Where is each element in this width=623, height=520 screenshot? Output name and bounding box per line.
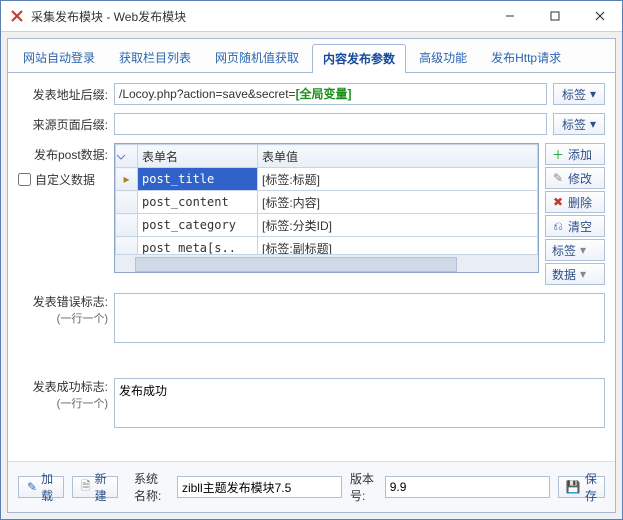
tab-body: 发表地址后缀: /Locoy.php?action=save&secret=[全… <box>8 73 615 461</box>
minimize-button[interactable] <box>487 1 532 31</box>
app-icon <box>9 8 25 24</box>
row-publish-url: 发表地址后缀: /Locoy.php?action=save&secret=[全… <box>18 83 605 105</box>
new-button[interactable]: 🗎新建 <box>72 476 118 498</box>
chevron-down-icon: ▾ <box>580 267 586 281</box>
row-indicator-icon: ▸ <box>116 168 138 191</box>
post-left-column: 发布post数据: 自定义数据 <box>18 143 108 285</box>
scroll-thumb[interactable] <box>135 257 457 272</box>
footer: ✎加载 🗎新建 系统名称: 版本号: 💾保存 <box>8 461 615 512</box>
grid-hscrollbar[interactable] <box>115 254 538 272</box>
error-flags-input[interactable] <box>114 293 605 343</box>
custom-data-checkbox[interactable]: 自定义数据 <box>18 169 108 188</box>
grid-col-name[interactable]: 表单名 <box>138 145 258 168</box>
success-flags-input[interactable] <box>114 378 605 428</box>
row-success-flags: 发表成功标志: (一行一个) <box>18 378 605 455</box>
chevron-down-icon: ▾ <box>580 243 586 257</box>
x-icon: ✖ <box>552 195 564 209</box>
version-label: 版本号: <box>350 470 377 504</box>
tab-category-list[interactable]: 获取栏目列表 <box>108 43 202 72</box>
sysname-input[interactable] <box>177 476 342 498</box>
post-grid-body[interactable]: 表单名 表单值 ▸ post_title [标签:标题] <box>115 144 538 254</box>
grid-side-buttons: ＋添加 ✎修改 ✖删除 ⎌清空 标签▾ 数据▾ <box>545 143 605 285</box>
chevron-down-icon: ▾ <box>590 87 596 101</box>
publish-url-tag-button[interactable]: 标签▾ <box>553 83 605 105</box>
client-area: 网站自动登录 获取栏目列表 网页随机值获取 内容发布参数 高级功能 发布Http… <box>1 32 622 519</box>
close-button[interactable] <box>577 1 622 31</box>
grid-col-value[interactable]: 表单值 <box>258 145 538 168</box>
publish-url-input[interactable]: /Locoy.php?action=save&secret=[全局变量] <box>114 83 547 105</box>
maximize-button[interactable] <box>532 1 577 31</box>
delete-button[interactable]: ✖删除 <box>545 191 605 213</box>
success-label: 发表成功标志: <box>18 378 108 395</box>
row-error-flags: 发表错误标志: (一行一个) <box>18 293 605 370</box>
tab-advanced[interactable]: 高级功能 <box>408 43 478 72</box>
referer-tag-button[interactable]: 标签▾ <box>553 113 605 135</box>
chevron-down-icon: ▾ <box>590 117 596 131</box>
broom-icon: ⎌ <box>552 219 564 234</box>
save-button[interactable]: 💾保存 <box>558 476 605 498</box>
error-label: 发表错误标志: <box>18 293 108 310</box>
referer-input[interactable] <box>114 113 547 135</box>
side-tag-button[interactable]: 标签▾ <box>545 239 605 261</box>
edit-icon: ✎ <box>27 480 37 494</box>
clear-button[interactable]: ⎌清空 <box>545 215 605 237</box>
edit-button[interactable]: ✎修改 <box>545 167 605 189</box>
version-input[interactable] <box>385 476 550 498</box>
app-window: 采集发布模块 - Web发布模块 网站自动登录 获取栏目列表 网页随机值获取 内… <box>0 0 623 520</box>
window-title: 采集发布模块 - Web发布模块 <box>31 8 487 25</box>
success-hint: (一行一个) <box>18 395 108 411</box>
post-data-area: 发布post数据: 自定义数据 <box>18 143 605 285</box>
row-referer: 来源页面后缀: 标签▾ <box>18 113 605 135</box>
post-label: 发布post数据: <box>18 143 108 163</box>
file-icon: 🗎 <box>81 477 91 498</box>
plus-icon: ＋ <box>552 146 564 163</box>
publish-url-text: /Locoy.php?action=save&secret= <box>119 87 296 101</box>
save-icon: 💾 <box>566 480 581 494</box>
load-button[interactable]: ✎加载 <box>18 476 64 498</box>
pencil-icon: ✎ <box>552 171 564 185</box>
error-hint: (一行一个) <box>18 310 108 326</box>
main-panel: 网站自动登录 获取栏目列表 网页随机值获取 内容发布参数 高级功能 发布Http… <box>7 38 616 513</box>
titlebar: 采集发布模块 - Web发布模块 <box>1 1 622 32</box>
table-row[interactable]: ▸ post_title [标签:标题] <box>116 168 538 191</box>
publish-url-label: 发表地址后缀: <box>18 83 108 103</box>
sysname-label: 系统名称: <box>134 470 169 504</box>
tab-random-value[interactable]: 网页随机值获取 <box>204 43 310 72</box>
post-grid: 表单名 表单值 ▸ post_title [标签:标题] <box>114 143 539 273</box>
tab-strip: 网站自动登录 获取栏目列表 网页随机值获取 内容发布参数 高级功能 发布Http… <box>8 39 615 73</box>
tab-publish-params[interactable]: 内容发布参数 <box>312 44 406 73</box>
table-row[interactable]: post_content [标签:内容] <box>116 191 538 214</box>
referer-label: 来源页面后缀: <box>18 113 108 133</box>
tab-http-request[interactable]: 发布Http请求 <box>480 43 572 72</box>
side-data-button[interactable]: 数据▾ <box>545 263 605 285</box>
table-row[interactable]: post_meta[s.. [标签:副标题] <box>116 237 538 255</box>
custom-data-checkbox-input[interactable] <box>18 173 31 186</box>
grid-corner[interactable] <box>116 145 138 168</box>
tab-auto-login[interactable]: 网站自动登录 <box>12 43 106 72</box>
table-row[interactable]: post_category [标签:分类ID] <box>116 214 538 237</box>
publish-url-globalvar: [全局变量] <box>296 87 352 101</box>
add-button[interactable]: ＋添加 <box>545 143 605 165</box>
